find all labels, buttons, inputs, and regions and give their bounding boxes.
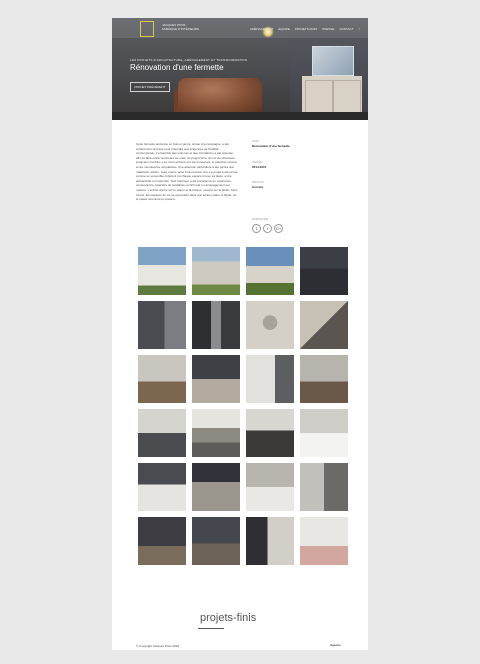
gallery-thumbnail[interactable] bbox=[300, 517, 348, 565]
gallery-thumbnail[interactable] bbox=[138, 517, 186, 565]
gallery-thumbnail[interactable] bbox=[192, 463, 240, 511]
cabinet-door bbox=[333, 80, 361, 114]
gallery-thumbnail[interactable] bbox=[300, 409, 348, 457]
gallery-thumbnail[interactable] bbox=[300, 301, 348, 349]
gallery-thumbnail[interactable] bbox=[192, 409, 240, 457]
gallery-thumbnail[interactable] bbox=[300, 355, 348, 403]
gallery-thumbnail[interactable] bbox=[246, 355, 294, 403]
gallery-thumbnail[interactable] bbox=[192, 301, 240, 349]
footer-divider bbox=[198, 628, 224, 629]
gallery-thumbnail[interactable] bbox=[246, 463, 294, 511]
nav-item-amenagement[interactable]: AMÉNAGEMENT bbox=[250, 27, 274, 31]
hero-floor bbox=[112, 112, 368, 120]
footer-title[interactable]: projets-finis bbox=[200, 612, 256, 624]
meta-region: RÉGION Corrèze bbox=[252, 180, 264, 189]
page-title: Rénovation d'une fermette bbox=[130, 63, 224, 72]
cabinet-door bbox=[305, 80, 333, 114]
gallery-thumbnail[interactable] bbox=[246, 517, 294, 565]
hero-painting bbox=[312, 46, 354, 76]
google-plus-icon[interactable]: G+ bbox=[274, 224, 283, 233]
page: JACQUES PONS FABRIQUE D'INTÉRIEURS AMÉNA… bbox=[112, 18, 368, 650]
nav-item-projets-finis[interactable]: PROJETS FINIS bbox=[295, 27, 317, 31]
gallery-thumbnail[interactable] bbox=[138, 463, 186, 511]
hero-kicker: LES PROJETS D'ARCHITECTURE, AMÉNAGEMENT … bbox=[130, 58, 248, 62]
facebook-icon[interactable]: f bbox=[263, 224, 272, 233]
meta-label: ANNÉE bbox=[252, 160, 263, 164]
gallery-thumbnail[interactable] bbox=[138, 247, 186, 295]
main-nav: AMÉNAGEMENT ÉQUIPE PROJETS FINIS PRESSE … bbox=[250, 27, 360, 31]
share-buttons: 𝕥 f G+ bbox=[252, 224, 283, 233]
gallery-thumbnail[interactable] bbox=[138, 301, 186, 349]
meta-value: 2014-2015 bbox=[252, 165, 267, 169]
brand-line2: FABRIQUE D'INTÉRIEURS bbox=[162, 27, 199, 31]
gallery-thumbnail[interactable] bbox=[192, 355, 240, 403]
copyright-text: © Copyright Jacques Pons 2016 bbox=[136, 644, 180, 648]
gallery-thumbnail[interactable] bbox=[192, 517, 240, 565]
hero-cabinet bbox=[302, 76, 362, 116]
hero-banner: JACQUES PONS FABRIQUE D'INTÉRIEURS AMÉNA… bbox=[112, 18, 368, 120]
nav-item-equipe[interactable]: ÉQUIPE bbox=[279, 27, 290, 31]
brand-name[interactable]: JACQUES PONS FABRIQUE D'INTÉRIEURS bbox=[162, 23, 199, 31]
gallery-thumbnail[interactable] bbox=[300, 463, 348, 511]
meta-label: RÉGION bbox=[252, 180, 264, 184]
previous-project-button[interactable]: PROJET PRÉCÉDENT bbox=[130, 82, 170, 92]
hero-sofa bbox=[178, 78, 262, 114]
meta-name: NOM Rénovation d'une fermette bbox=[252, 139, 290, 148]
gallery-thumbnail[interactable] bbox=[138, 355, 186, 403]
gallery-thumbnail[interactable] bbox=[300, 247, 348, 295]
footer-logo[interactable]: Agence bbox=[330, 643, 341, 647]
nav-item-contact[interactable]: CONTACT bbox=[339, 27, 353, 31]
project-description: Cette fermette ancienne en bois et pierr… bbox=[136, 142, 238, 202]
gallery-thumbnail[interactable] bbox=[246, 409, 294, 457]
gallery-thumbnail[interactable] bbox=[192, 247, 240, 295]
brand-logo[interactable] bbox=[140, 21, 154, 37]
meta-label: NOM bbox=[252, 139, 259, 143]
gallery-thumbnail[interactable] bbox=[138, 409, 186, 457]
gallery-thumbnail[interactable] bbox=[246, 247, 294, 295]
twitter-icon[interactable]: 𝕥 bbox=[252, 224, 261, 233]
facebook-icon[interactable]: f bbox=[359, 27, 360, 31]
nav-item-presse[interactable]: PRESSE bbox=[322, 27, 334, 31]
meta-value: Rénovation d'une fermette bbox=[252, 144, 290, 148]
share-label: PARTAGER bbox=[252, 217, 269, 221]
gallery-thumbnail[interactable] bbox=[246, 301, 294, 349]
meta-value: Corrèze bbox=[252, 185, 264, 189]
meta-year: ANNÉE 2014-2015 bbox=[252, 160, 266, 169]
